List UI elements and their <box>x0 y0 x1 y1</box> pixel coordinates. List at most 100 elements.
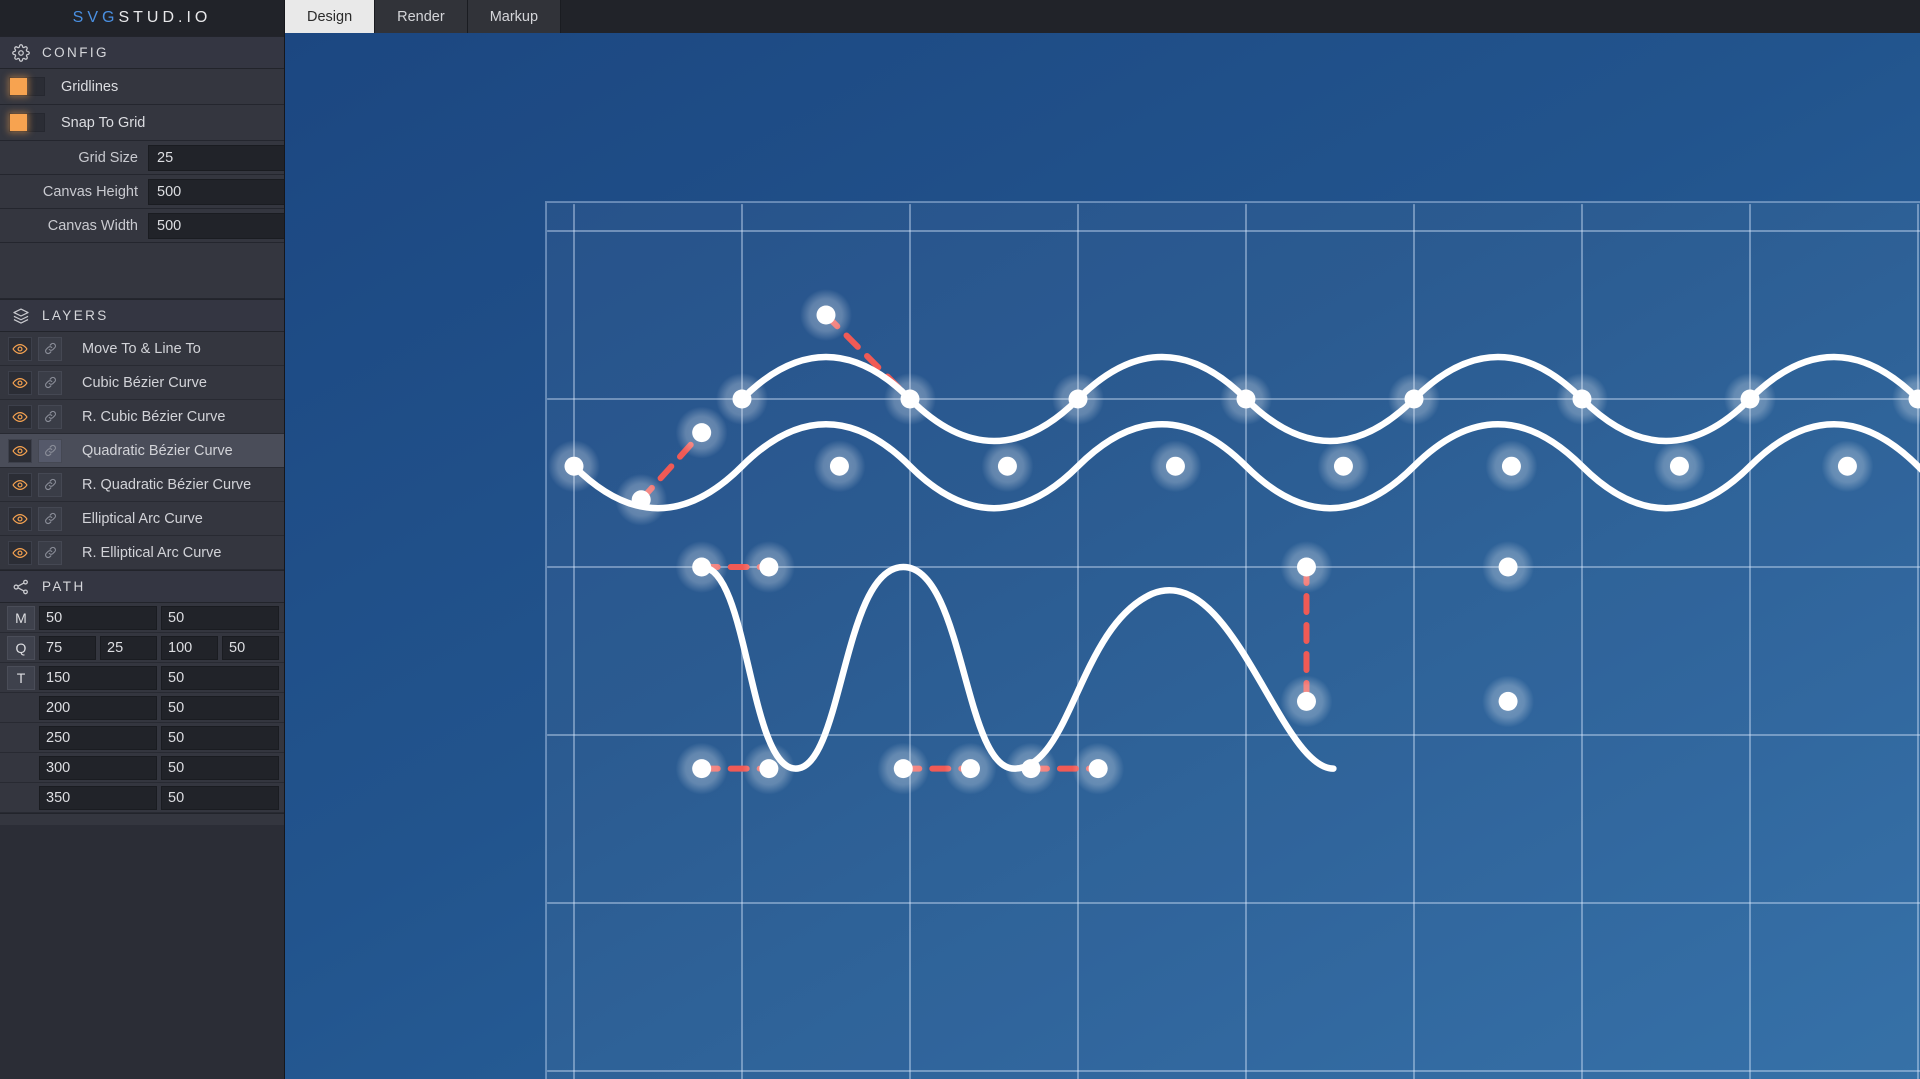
path-command-chip[interactable]: T <box>7 665 35 690</box>
layer-visibility-eye-icon[interactable] <box>8 370 32 395</box>
control-point[interactable] <box>1052 373 1104 425</box>
path-value-input-4-0[interactable] <box>39 725 157 750</box>
layer-link-icon[interactable] <box>38 472 62 497</box>
control-point[interactable] <box>1280 541 1333 593</box>
design-canvas[interactable] <box>285 33 1920 1079</box>
path-command-chip[interactable]: Q <box>7 635 35 660</box>
control-point[interactable] <box>1149 440 1202 493</box>
path-value-input-2-0[interactable] <box>39 665 157 690</box>
control-point[interactable] <box>1220 373 1272 425</box>
control-point[interactable] <box>615 473 668 526</box>
path-value-input-1-1[interactable] <box>100 635 157 660</box>
config-section-header: CONFIG <box>0 36 284 69</box>
path-value-input-0-0[interactable] <box>39 605 157 630</box>
control-point[interactable] <box>675 406 728 459</box>
control-point[interactable] <box>1388 373 1440 425</box>
canvas-height-label: Canvas Height <box>42 183 138 200</box>
control-point[interactable] <box>1724 373 1776 425</box>
layers-section-header: LAYERS <box>0 299 284 332</box>
path-value-input-6-1[interactable] <box>161 785 279 810</box>
path-value-input-3-0[interactable] <box>39 695 157 720</box>
path-row-6 <box>0 783 284 813</box>
control-point[interactable] <box>1821 440 1874 493</box>
control-point[interactable] <box>1485 440 1538 493</box>
layer-visibility-eye-icon[interactable] <box>8 540 32 565</box>
layer-link-icon[interactable] <box>38 336 62 361</box>
snap-to-grid-toggle-switch[interactable] <box>9 113 45 132</box>
layer-row-6[interactable]: R. Elliptical Arc Curve <box>0 536 284 570</box>
layer-link-icon[interactable] <box>38 370 62 395</box>
path-command-chip[interactable] <box>7 696 35 720</box>
path-command-chip[interactable] <box>7 756 35 780</box>
control-point[interactable] <box>675 742 728 795</box>
grid-size-input[interactable] <box>148 144 284 171</box>
control-point[interactable] <box>1482 675 1535 728</box>
app-root: SVG STUD.IO CONFIG Gridlines Snap To Grid… <box>0 0 1920 1079</box>
path-value-input-4-1[interactable] <box>161 725 279 750</box>
layer-list: Move To & Line To Cubic Bézier Curve R. … <box>0 332 284 570</box>
control-point[interactable] <box>813 440 866 493</box>
layer-row-1[interactable]: Cubic Bézier Curve <box>0 366 284 400</box>
path-row-0: M <box>0 603 284 633</box>
layer-label: R. Cubic Bézier Curve <box>82 408 226 425</box>
tab-markup[interactable]: Markup <box>467 0 562 33</box>
path-value-input-2-1[interactable] <box>161 665 279 690</box>
path-title: PATH <box>42 579 86 594</box>
grid-size-label: Grid Size <box>78 149 138 166</box>
control-point[interactable] <box>1482 541 1535 593</box>
layer-link-icon[interactable] <box>38 438 62 463</box>
control-point[interactable] <box>742 541 795 593</box>
canvas-width-input[interactable] <box>148 212 284 239</box>
path-value-input-1-3[interactable] <box>222 635 279 660</box>
control-point[interactable] <box>1004 742 1057 795</box>
path-value-input-1-2[interactable] <box>161 635 218 660</box>
layers-title: LAYERS <box>42 308 109 323</box>
layers-icon <box>12 307 30 325</box>
path-value-input-6-0[interactable] <box>39 785 157 810</box>
layer-visibility-eye-icon[interactable] <box>8 506 32 531</box>
config-toggle-gridlines[interactable]: Gridlines <box>0 69 284 105</box>
path-command-chip[interactable]: M <box>7 605 35 630</box>
layer-row-3[interactable]: Quadratic Bézier Curve <box>0 434 284 468</box>
layer-row-0[interactable]: Move To & Line To <box>0 332 284 366</box>
layer-link-icon[interactable] <box>38 540 62 565</box>
control-point[interactable] <box>1280 675 1333 728</box>
layer-link-icon[interactable] <box>38 404 62 429</box>
control-point[interactable] <box>675 541 728 593</box>
control-point[interactable] <box>1653 440 1706 493</box>
path-value-input-3-1[interactable] <box>161 695 279 720</box>
gear-icon <box>12 43 30 62</box>
canvas-height-input[interactable] <box>148 178 284 205</box>
sidebar: SVG STUD.IO CONFIG Gridlines Snap To Grid… <box>0 0 285 1079</box>
layer-visibility-eye-icon[interactable] <box>8 336 32 361</box>
control-point[interactable] <box>1072 742 1125 795</box>
control-point[interactable] <box>716 373 768 425</box>
layer-visibility-eye-icon[interactable] <box>8 404 32 429</box>
layer-row-4[interactable]: R. Quadratic Bézier Curve <box>0 468 284 502</box>
control-point[interactable] <box>1556 373 1608 425</box>
path-command-chip[interactable] <box>7 726 35 750</box>
control-point[interactable] <box>884 373 936 425</box>
config-toggle-snap-to-grid[interactable]: Snap To Grid <box>0 105 284 141</box>
config-spacer <box>0 243 284 299</box>
layer-link-icon[interactable] <box>38 506 62 531</box>
path-value-input-5-1[interactable] <box>161 755 279 780</box>
control-point[interactable] <box>877 742 930 795</box>
tab-render[interactable]: Render <box>375 0 468 33</box>
layer-row-5[interactable]: Elliptical Arc Curve <box>0 502 284 536</box>
gridlines-toggle-switch[interactable] <box>9 77 45 96</box>
path-value-input-0-1[interactable] <box>161 605 279 630</box>
path-value-input-1-0[interactable] <box>39 635 96 660</box>
control-point[interactable] <box>800 289 852 341</box>
control-point[interactable] <box>548 440 600 493</box>
control-point[interactable] <box>1317 440 1370 493</box>
tab-design[interactable]: Design <box>285 0 376 33</box>
control-point[interactable] <box>742 742 795 795</box>
path-command-chip[interactable] <box>7 786 35 810</box>
control-point[interactable] <box>981 440 1034 493</box>
control-point[interactable] <box>944 742 997 795</box>
path-value-input-5-0[interactable] <box>39 755 157 780</box>
layer-row-2[interactable]: R. Cubic Bézier Curve <box>0 400 284 434</box>
layer-visibility-eye-icon[interactable] <box>8 438 32 463</box>
layer-visibility-eye-icon[interactable] <box>8 472 32 497</box>
